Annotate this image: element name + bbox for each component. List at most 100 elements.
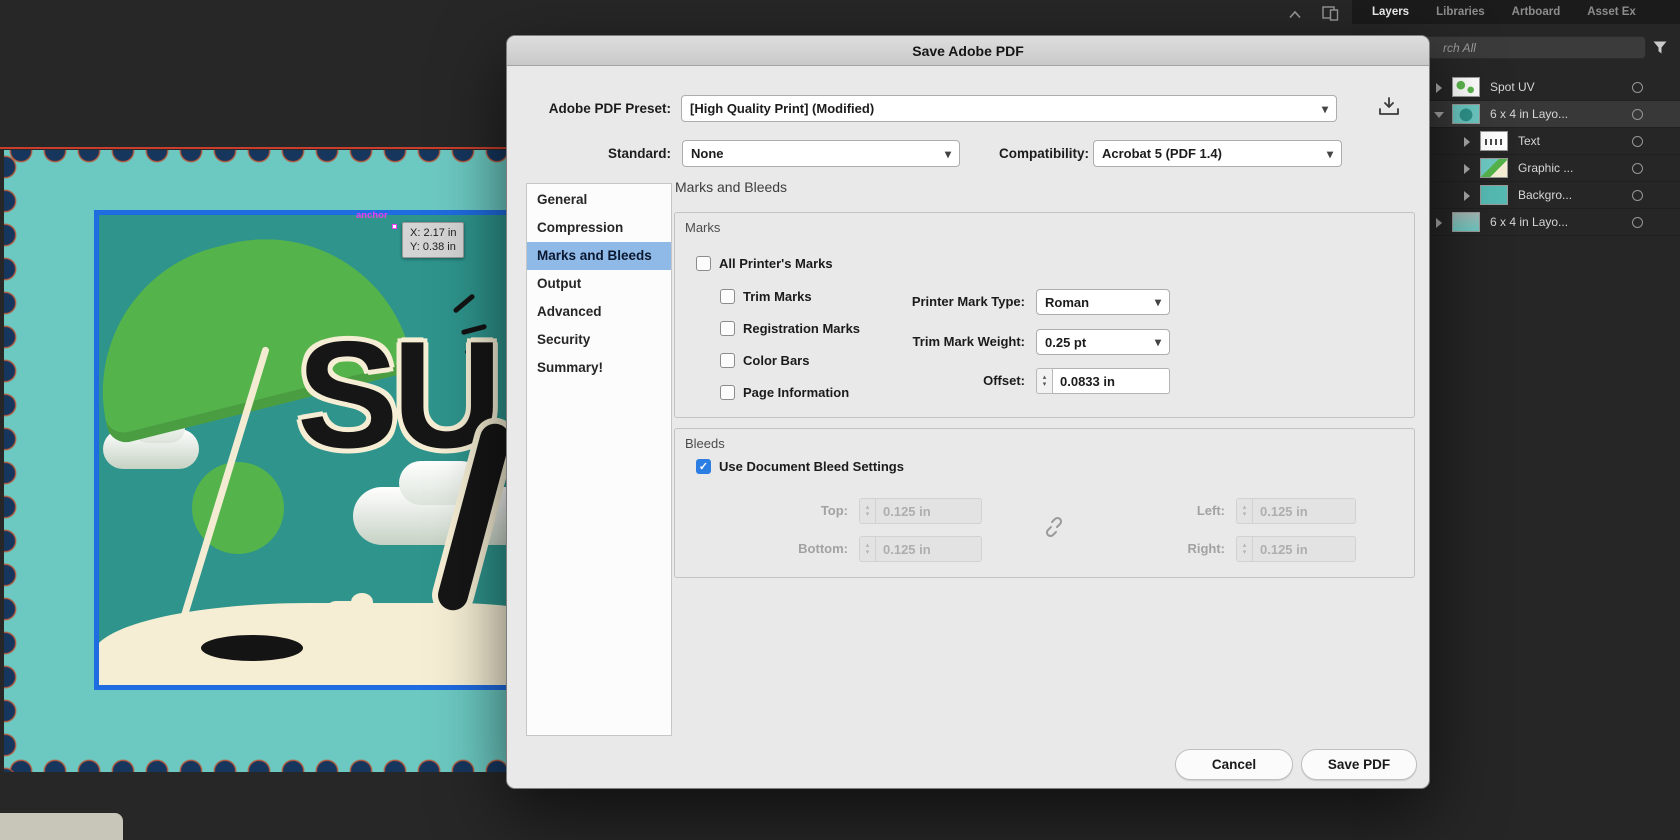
offset-stepper[interactable]: ▴ ▾ [1036, 368, 1053, 394]
layer-target-icon[interactable] [1632, 136, 1643, 147]
checkbox-label: Trim Marks [743, 289, 812, 304]
printer-mark-type-dropdown[interactable]: Roman ▾ [1036, 289, 1170, 315]
bleed-top-field: 0.125 in [876, 498, 982, 524]
expand-chevron-icon[interactable] [1436, 83, 1442, 93]
tab-artboard[interactable]: Artboard [1512, 6, 1561, 18]
stepper-down-icon: ▾ [1242, 511, 1247, 518]
section-output[interactable]: Output [527, 270, 671, 298]
section-advanced[interactable]: Advanced [527, 298, 671, 326]
bleed-guide-line [0, 147, 507, 149]
checkbox-use-document-bleed[interactable]: ✓ [696, 459, 711, 474]
layer-target-icon[interactable] [1632, 163, 1643, 174]
expand-chevron-icon[interactable] [1464, 191, 1470, 201]
stamp-artwork[interactable]: SU [4, 150, 564, 772]
tab-layers[interactable]: Layers [1372, 6, 1409, 18]
compatibility-value: Acrobat 5 (PDF 1.4) [1102, 146, 1222, 161]
stepper-up-icon: ▴ [1242, 504, 1247, 511]
stamp-scallop-edge [4, 750, 564, 772]
layer-target-icon[interactable] [1632, 109, 1643, 120]
stepper-down-icon: ▾ [1242, 549, 1247, 556]
anchor-point-marker [392, 224, 397, 229]
trim-mark-weight-dropdown[interactable]: 0.25 pt ▾ [1036, 329, 1170, 355]
stepper-up-icon: ▴ [865, 504, 870, 511]
cursor-coordinates-tooltip: X: 2.17 in Y: 0.38 in [402, 222, 465, 258]
layer-target-icon[interactable] [1632, 217, 1643, 228]
tab-asset-export[interactable]: Asset Ex [1587, 6, 1636, 18]
expand-chevron-icon[interactable] [1464, 137, 1470, 147]
layer-name: Graphic ... [1518, 161, 1574, 175]
printer-mark-type-label: Printer Mark Type: [911, 294, 1025, 309]
preset-label: Adobe PDF Preset: [548, 101, 671, 116]
expand-chevron-icon[interactable] [1436, 218, 1442, 228]
bleed-right-stepper: ▴ ▾ [1236, 536, 1253, 562]
offset-value: 0.0833 in [1060, 373, 1115, 389]
second-artboard-corner [0, 813, 123, 840]
illustrator-window: SU anchor X: 2.17 in Y: 0.38 in Layers L… [0, 0, 1680, 840]
standard-dropdown[interactable]: None ▾ [682, 140, 960, 167]
chevron-down-icon: ▾ [1154, 335, 1161, 349]
section-general[interactable]: General [527, 186, 671, 214]
layer-name: Spot UV [1490, 80, 1535, 94]
layer-target-icon[interactable] [1632, 82, 1643, 93]
stepper-up-icon: ▴ [865, 542, 870, 549]
layer-thumbnail[interactable] [1480, 185, 1508, 205]
layer-thumbnail[interactable] [1480, 158, 1508, 178]
compatibility-label: Compatibility: [999, 146, 1089, 161]
checkbox-label: All Printer's Marks [719, 256, 833, 271]
trim-mark-weight-label: Trim Mark Weight: [912, 334, 1025, 349]
section-summary[interactable]: Summary! [527, 354, 671, 382]
chevron-down-icon: ▾ [1326, 146, 1333, 161]
marks-group: Marks All Printer's Marks Trim Marks Reg… [674, 212, 1415, 418]
trim-mark-weight-value: 0.25 pt [1045, 334, 1087, 350]
layer-thumbnail[interactable] [1480, 131, 1508, 151]
checkbox-trim-marks[interactable] [720, 289, 735, 304]
dialog-title[interactable]: Save Adobe PDF [507, 36, 1429, 66]
chevron-down-icon: ▾ [1154, 295, 1161, 309]
collapse-panel-chevron-icon[interactable] [1288, 10, 1302, 19]
sand-puff-graphic [351, 593, 373, 611]
checkbox-all-printers-marks[interactable] [696, 256, 711, 271]
panel-dock-icon[interactable] [1322, 6, 1339, 21]
bleed-bottom-value: 0.125 in [883, 541, 931, 557]
expand-chevron-icon[interactable] [1464, 164, 1470, 174]
bleed-bottom-stepper: ▴ ▾ [859, 536, 876, 562]
bleed-right-value: 0.125 in [1260, 541, 1308, 557]
checkbox-color-bars[interactable] [720, 353, 735, 368]
bleed-left-value: 0.125 in [1260, 503, 1308, 519]
offset-field[interactable]: 0.0833 in [1053, 368, 1170, 394]
layer-thumbnail[interactable] [1452, 77, 1480, 97]
checkbox-label: Use Document Bleed Settings [719, 459, 904, 474]
stepper-down-icon: ▾ [865, 511, 870, 518]
collapse-chevron-icon[interactable] [1434, 112, 1444, 118]
preset-dropdown[interactable]: [High Quality Print] (Modified) ▾ [681, 95, 1337, 122]
save-pdf-button[interactable]: Save PDF [1301, 749, 1417, 780]
bleed-left-stepper: ▴ ▾ [1236, 498, 1253, 524]
anchor-label: anchor [356, 210, 388, 221]
bleeds-group: Bleeds ✓ Use Document Bleed Settings Top… [674, 428, 1415, 578]
checkbox-registration-marks[interactable] [720, 321, 735, 336]
link-bleeds-icon [1045, 516, 1063, 538]
printer-mark-type-value: Roman [1045, 294, 1090, 310]
section-security[interactable]: Security [527, 326, 671, 354]
section-marks-and-bleeds[interactable]: Marks and Bleeds [527, 242, 671, 270]
offset-label: Offset: [983, 373, 1025, 388]
filter-funnel-icon[interactable] [1652, 40, 1668, 55]
cancel-button[interactable]: Cancel [1175, 749, 1293, 780]
layer-target-icon[interactable] [1632, 190, 1643, 201]
bleed-top-label: Top: [820, 503, 848, 518]
chevron-down-icon: ▾ [944, 146, 951, 161]
layer-thumbnail[interactable] [1452, 104, 1480, 124]
compatibility-dropdown[interactable]: Acrobat 5 (PDF 1.4) ▾ [1093, 140, 1342, 167]
preset-value: [High Quality Print] (Modified) [690, 101, 875, 116]
stepper-up-icon: ▴ [1042, 374, 1047, 381]
bleed-right-label: Right: [1187, 541, 1225, 556]
checkbox-page-information[interactable] [720, 385, 735, 400]
section-compression[interactable]: Compression [527, 214, 671, 242]
checkbox-label: Page Information [743, 385, 850, 400]
tab-libraries[interactable]: Libraries [1436, 6, 1485, 18]
layer-thumbnail[interactable] [1452, 212, 1480, 232]
stepper-up-icon: ▴ [1242, 542, 1247, 549]
save-preset-icon[interactable] [1377, 95, 1401, 119]
layer-name: Text [1518, 134, 1541, 148]
bleed-top-stepper: ▴ ▾ [859, 498, 876, 524]
